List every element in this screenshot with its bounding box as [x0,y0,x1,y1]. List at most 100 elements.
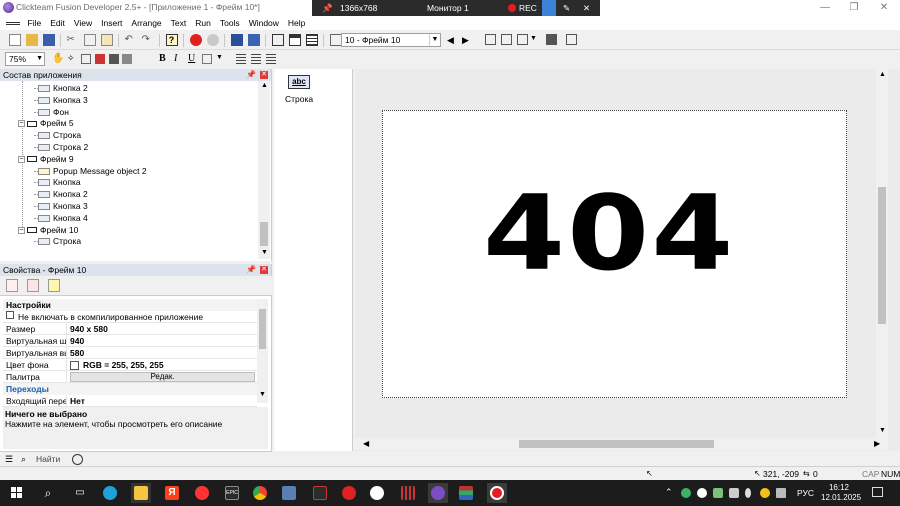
menu-insert[interactable]: Insert [97,16,127,30]
fill-icon[interactable] [109,54,119,64]
scroll-down-icon[interactable]: ▼ [261,249,268,256]
epic-games-icon[interactable]: EPIC [222,483,242,503]
section-transitions[interactable]: Переходы [3,383,257,395]
scroll-up-icon[interactable]: ▲ [261,82,268,89]
hand-tool-icon[interactable]: ✋ [52,53,64,64]
tray-record-icon[interactable] [697,488,707,498]
collapse-icon[interactable]: − [18,120,25,128]
rec-button[interactable]: REC [519,0,537,16]
background-color-value[interactable]: RGB = 255, 255, 255 [67,359,257,370]
yandex-icon[interactable]: Я [162,483,182,503]
align-left-icon[interactable] [236,54,246,64]
menu-help[interactable]: Help [283,16,309,30]
filter-icon[interactable]: ☰ [5,454,13,465]
pin-icon[interactable]: 📌 [246,264,256,276]
chevron-up-icon[interactable]: ⌃ [665,487,673,498]
layers-icon[interactable] [485,34,496,45]
scroll-up-icon[interactable]: ▲ [879,71,886,78]
property-row[interactable]: Виртуальная высота 580 [3,347,257,359]
run-frame-icon[interactable] [206,34,219,46]
clock-icon[interactable] [72,454,83,465]
property-value[interactable]: 940 [67,335,257,346]
menu-tools[interactable]: Tools [215,16,244,30]
recorder-resolution[interactable]: 1366x768 [340,0,377,16]
tab-runtime-icon[interactable] [27,279,39,292]
menu-window[interactable]: Window [244,16,283,30]
frame-horizontal-scrollbar[interactable]: ◀ ▶ [355,438,888,450]
scroll-right-icon[interactable]: ▶ [874,439,880,448]
next-frame-icon[interactable]: ▶ [462,35,469,46]
run-application-icon[interactable] [189,34,202,46]
fl-studio-icon[interactable] [398,483,418,503]
tree-object-item[interactable]: Кнопка [38,177,81,188]
frame-properties-icon[interactable] [329,34,342,46]
winrar-icon[interactable] [456,483,476,503]
redo-icon[interactable]: ↷ [142,34,154,46]
italic-icon[interactable]: I [174,53,177,64]
tab-about-icon[interactable] [48,279,60,292]
background-color-row[interactable]: Цвет фона RGB = 255, 255, 255 [3,359,257,371]
paste-icon[interactable] [100,34,113,46]
collapse-icon[interactable]: − [18,226,25,234]
close-icon[interactable]: ✕ [260,71,268,79]
search-input[interactable]: Найти [36,454,60,464]
notifications-icon[interactable] [872,487,883,497]
fullscreen-icon[interactable] [546,34,557,45]
recorder-monitor[interactable]: Монитор 1 [427,0,469,16]
tree-object-item[interactable]: Строка [38,236,81,247]
palette-row[interactable]: Палитра Редак. [3,371,257,383]
tree-object-item[interactable]: Строка [38,130,81,141]
clickteam-fusion-icon[interactable] [428,483,448,503]
property-value[interactable]: 940 x 580 [67,323,257,334]
file-explorer-icon[interactable] [131,483,151,503]
storyboard-editor-icon[interactable] [230,34,243,46]
data-elements-icon[interactable] [305,34,318,46]
property-value[interactable]: Нет [67,395,257,406]
restore-icon[interactable]: ❐ [846,1,862,14]
tray-app-icon[interactable] [713,488,723,498]
scrollbar-thumb[interactable] [878,187,886,324]
tray-app-icon[interactable] [681,488,691,498]
scrollbar-thumb[interactable] [259,309,266,349]
scroll-left-icon[interactable]: ◀ [363,439,369,448]
pen-icon[interactable]: ✎ [563,0,570,16]
scroll-down-icon[interactable]: ▼ [879,427,886,434]
property-row[interactable]: Входящий переход Нет [3,395,257,407]
tree-frame-item[interactable]: Фрейм 9 [27,154,74,165]
copy-icon[interactable] [83,34,96,46]
frame-editor-icon[interactable] [247,34,260,46]
align-right-icon[interactable] [266,54,276,64]
property-row[interactable]: Виртуальная ширина 940 [3,335,257,347]
chrome-icon[interactable] [250,483,270,503]
search-icon[interactable]: ⌕ [21,454,26,465]
tree-scrollbar[interactable]: ▲ ▼ [258,81,270,259]
magic-wand-icon[interactable]: ✧ [67,53,75,64]
dropdown-arrow-icon[interactable]: ▼ [530,35,537,42]
crop-icon[interactable] [81,54,91,64]
text-color-icon[interactable] [202,54,212,64]
tab-settings-icon[interactable] [6,279,18,292]
properties-scrollbar[interactable]: ▼ [257,299,268,403]
tray-app-icon[interactable] [760,488,770,498]
window-mode-icon[interactable] [517,34,528,45]
property-row[interactable]: Размер 940 x 580 [3,323,257,335]
collapse-icon[interactable]: − [18,155,25,163]
unreal-engine-icon[interactable] [367,483,387,503]
tray-app-icon[interactable] [729,488,739,498]
grid-settings-icon[interactable] [566,34,577,45]
404-text[interactable]: 404 [483,181,733,285]
open-folder-icon[interactable] [25,34,38,46]
menu-run[interactable]: Run [191,16,216,30]
task-view-icon[interactable]: ▭ [70,483,90,503]
tree-frame-item[interactable]: Фрейм 5 [27,118,74,129]
section-settings[interactable]: Настройки [3,299,257,311]
tree-object-item[interactable]: Кнопка 2 [38,83,88,94]
tree-object-item[interactable]: Кнопка 3 [38,201,88,212]
tree-object-item[interactable]: Строка 2 [38,142,88,153]
start-button[interactable] [7,483,27,503]
tree-object-item[interactable]: Кнопка 2 [38,189,88,200]
image-icon[interactable] [122,54,132,64]
creative-app-icon[interactable] [310,483,330,503]
recording-app-icon[interactable] [487,483,507,503]
edge-icon[interactable] [100,483,120,503]
